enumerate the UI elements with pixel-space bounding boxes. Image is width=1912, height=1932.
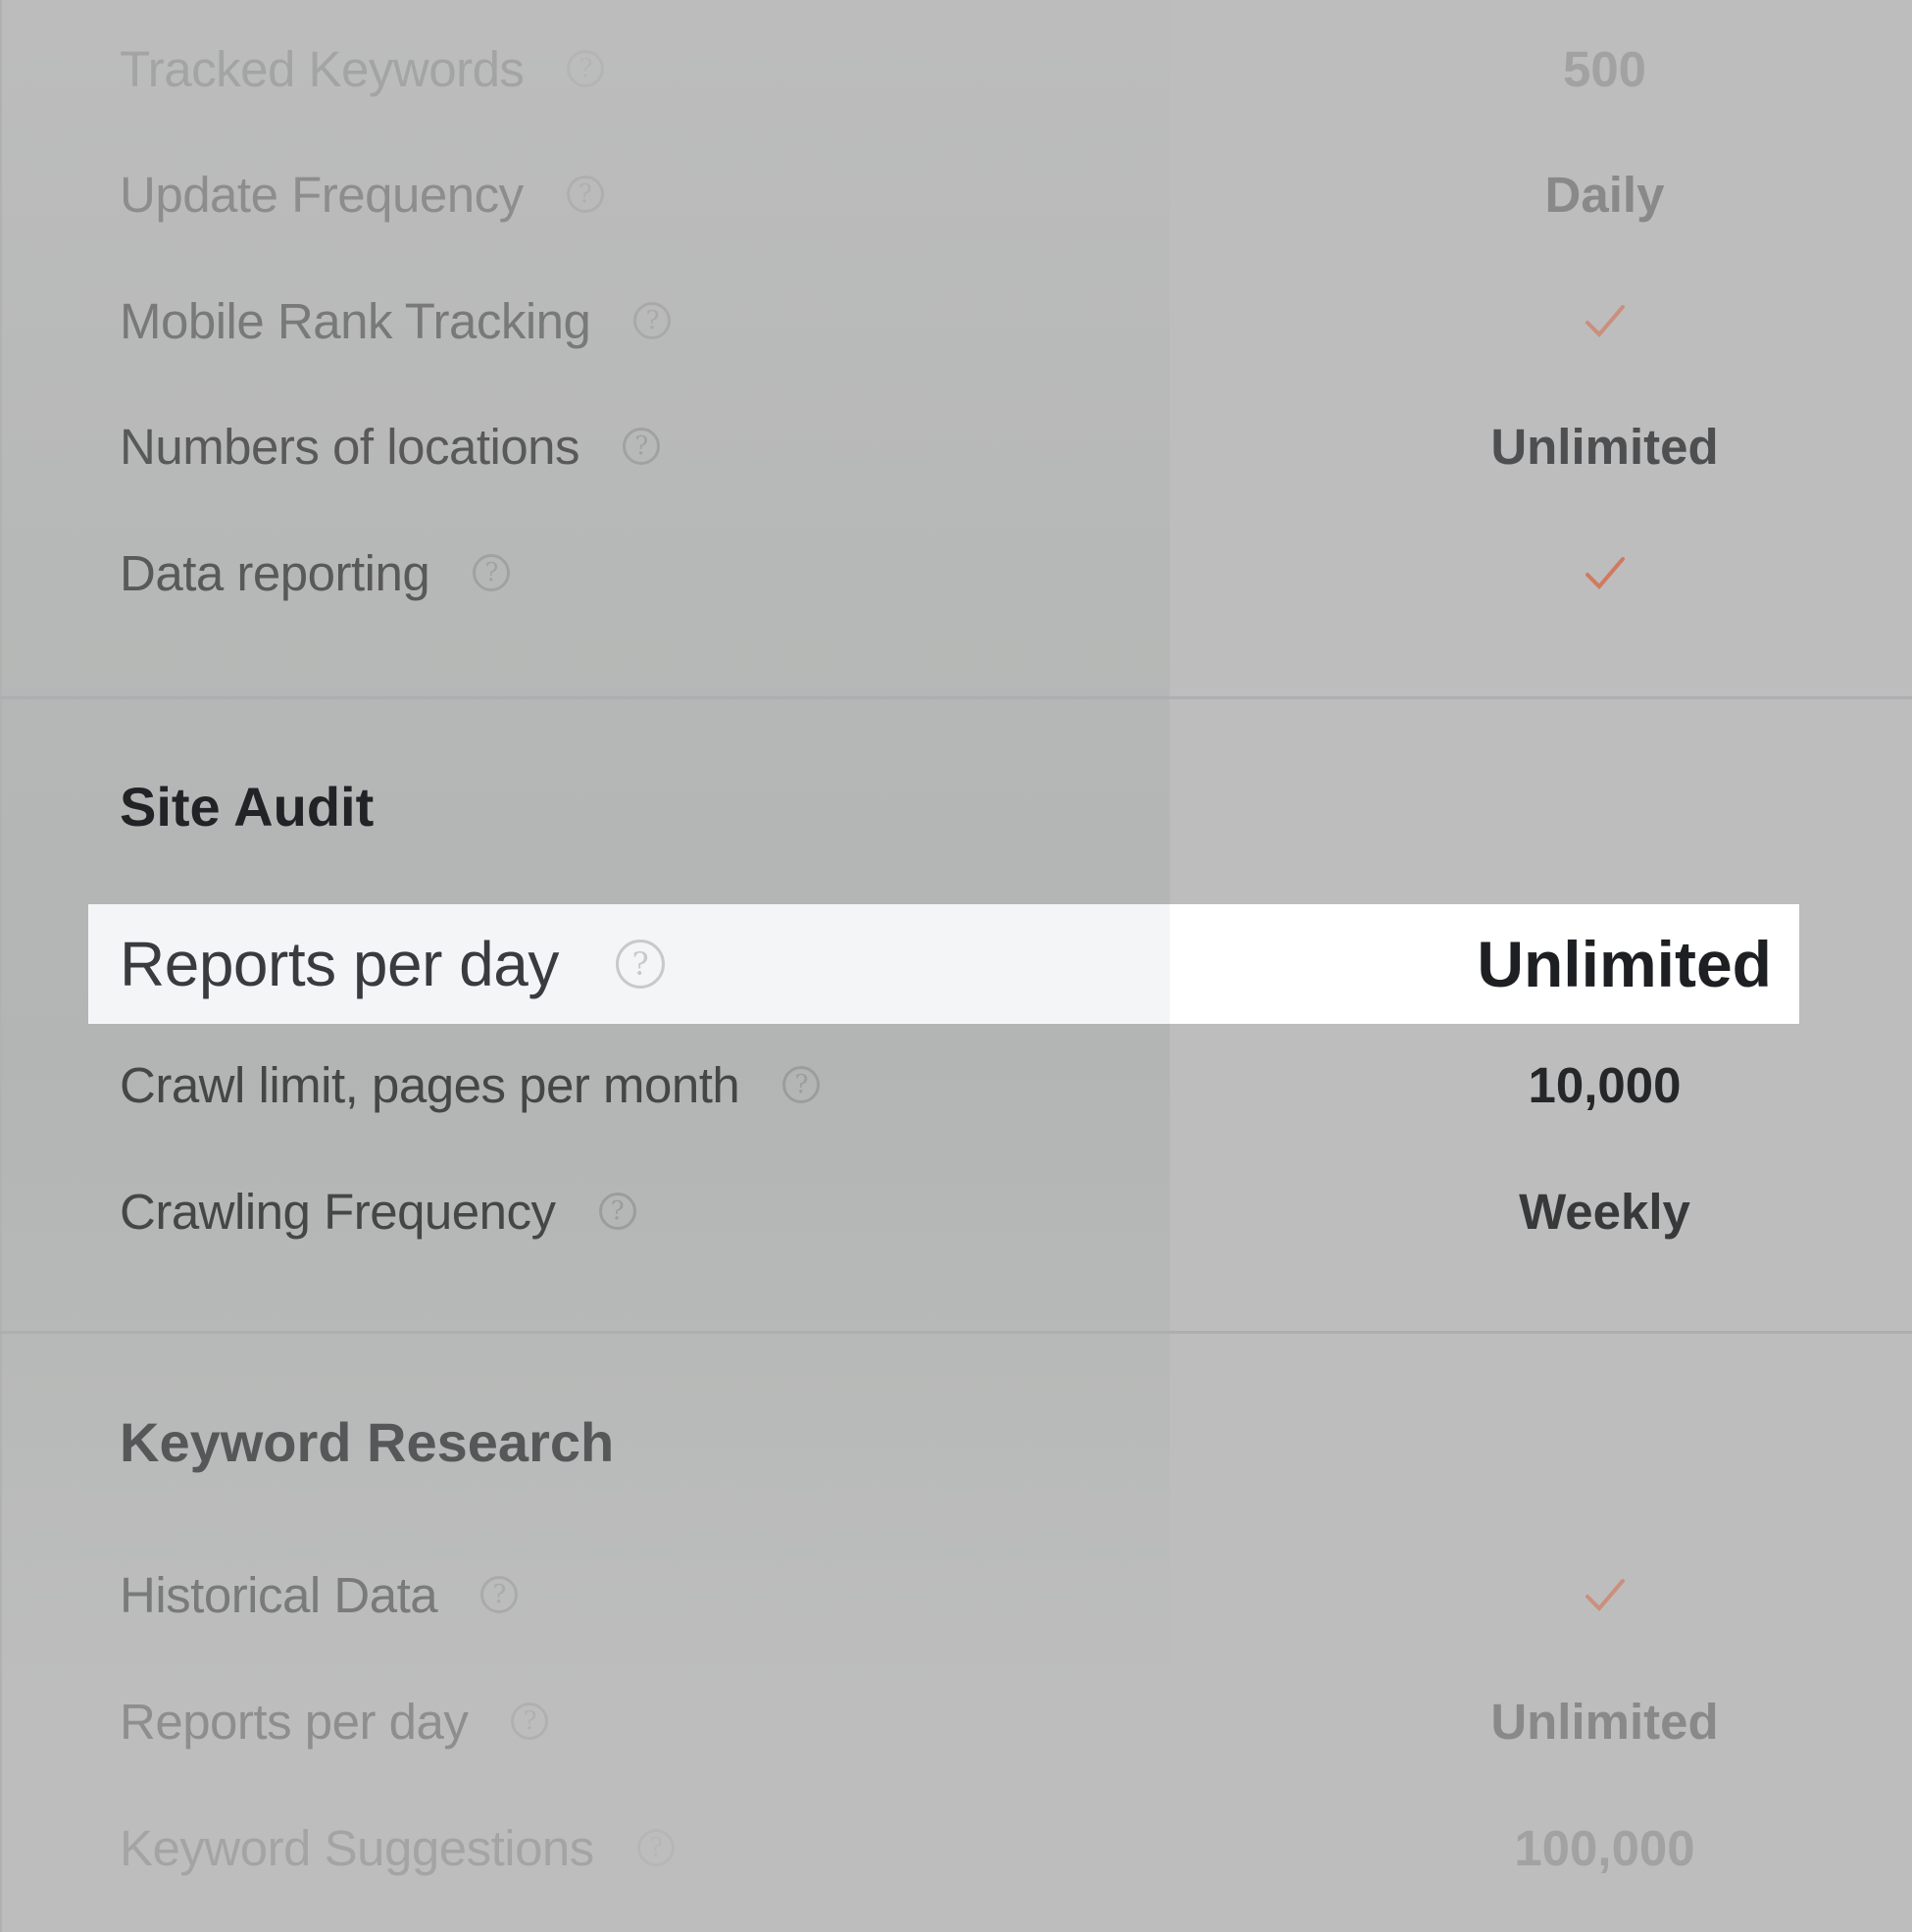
feature-value: Unlimited: [1490, 1693, 1719, 1750]
feature-value: [1170, 514, 1912, 632]
feature-label: Reports per day?: [120, 904, 665, 1024]
table-row: Numbers of locations? Unlimited: [0, 387, 1912, 505]
feature-value: [1170, 262, 1912, 380]
table-row: Data reporting?: [0, 514, 1912, 632]
feature-label: Numbers of locations?: [120, 387, 661, 505]
section-title-site-audit: Site Audit: [120, 776, 375, 838]
help-icon[interactable]: ?: [615, 940, 665, 989]
table-row: Historical Data?: [0, 1536, 1912, 1653]
table-row: Crawling Frequency? Weekly: [0, 1152, 1912, 1270]
help-icon[interactable]: ?: [567, 50, 605, 87]
section-divider: [0, 696, 1912, 699]
help-icon[interactable]: ?: [782, 1066, 821, 1103]
help-icon[interactable]: ?: [566, 176, 604, 213]
feature-value: Daily: [1544, 166, 1665, 223]
check-icon: [1585, 557, 1625, 589]
check-icon: [1585, 1579, 1625, 1611]
feature-label: Crawling Frequency?: [120, 1152, 636, 1270]
feature-label: Mobile Rank Tracking?: [120, 262, 672, 380]
table-row: Reports per day? Unlimited: [0, 1662, 1912, 1780]
table-row: Tracked Keywords? 500: [0, 10, 1912, 127]
table-row: Update Frequency? Daily: [0, 135, 1912, 253]
feature-value: 500: [1562, 40, 1647, 97]
table-row: Mobile Rank Tracking?: [0, 262, 1912, 380]
feature-value: Unlimited: [1490, 418, 1719, 475]
help-icon[interactable]: ?: [473, 554, 511, 591]
check-icon: [1585, 305, 1625, 337]
help-icon[interactable]: ?: [636, 1829, 675, 1866]
help-icon[interactable]: ?: [633, 302, 672, 339]
feature-label: Tracked Keywords?: [120, 10, 605, 127]
feature-value: 100,000: [1514, 1819, 1695, 1876]
help-icon[interactable]: ?: [598, 1193, 636, 1230]
help-icon[interactable]: ?: [511, 1703, 549, 1740]
section-divider: [0, 1331, 1912, 1334]
feature-label: Keyword Suggestions?: [120, 1789, 675, 1907]
feature-value: Unlimited: [1477, 928, 1772, 1000]
feature-label: Update Frequency?: [120, 135, 604, 253]
table-row: Keyword Suggestions? 100,000: [0, 1789, 1912, 1907]
section-title-keyword-research: Keyword Research: [120, 1411, 615, 1473]
highlighted-row: Reports per day? Unlimited: [88, 904, 1799, 1024]
feature-value: [1170, 1536, 1912, 1653]
help-icon[interactable]: ?: [623, 428, 661, 465]
feature-label: Historical Data?: [120, 1536, 519, 1653]
feature-label: Data reporting?: [120, 514, 511, 632]
feature-value: Weekly: [1519, 1183, 1690, 1240]
feature-label: Reports per day?: [120, 1662, 549, 1780]
table-row: Crawl limit, pages per month? 10,000: [0, 1026, 1912, 1144]
help-icon[interactable]: ?: [480, 1576, 519, 1613]
feature-value: 10,000: [1528, 1056, 1682, 1113]
feature-label: Crawl limit, pages per month?: [120, 1026, 821, 1144]
